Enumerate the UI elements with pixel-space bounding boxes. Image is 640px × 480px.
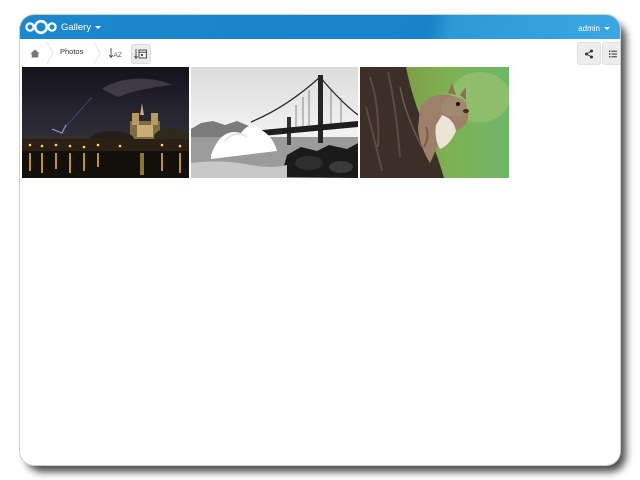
calendar-icon [134,49,147,60]
gallery-window: Gallery admin Photos AZ [20,15,620,465]
username: admin [578,23,600,33]
app-name: Gallery [61,21,92,33]
breadcrumb-separator [46,42,54,64]
details-button[interactable] [602,42,620,65]
details-icon [609,50,617,57]
photo-grid [22,67,509,178]
chevron-down-icon [604,26,610,30]
golden-gate-bridge-image [191,67,358,178]
breadcrumb-home[interactable] [24,43,46,63]
notre-dame-night-image [22,67,189,178]
breadcrumb-photos[interactable]: Photos [60,47,83,56]
sort-by-name-button[interactable]: AZ [107,44,125,62]
photo-thumbnail-squirrel[interactable] [360,67,509,178]
app-menu-button[interactable]: Gallery [61,20,102,34]
sort-alpha-icon: AZ [108,48,122,59]
breadcrumb-separator [93,42,101,64]
photo-thumbnail-paris[interactable] [22,67,189,178]
share-button[interactable] [577,42,601,65]
top-header: Gallery admin [20,15,620,39]
squirrel-image [360,67,509,178]
controls-bar: Photos AZ [20,39,620,66]
sort-by-date-button[interactable] [131,44,151,64]
home-icon [30,49,40,57]
nextcloud-logo-icon[interactable] [24,18,58,36]
share-icon [585,49,593,58]
user-menu-button[interactable]: admin [578,21,610,35]
photo-thumbnail-golden-gate[interactable] [191,67,358,178]
chevron-down-icon [95,25,102,29]
sort-name-label: AZ [114,52,122,59]
